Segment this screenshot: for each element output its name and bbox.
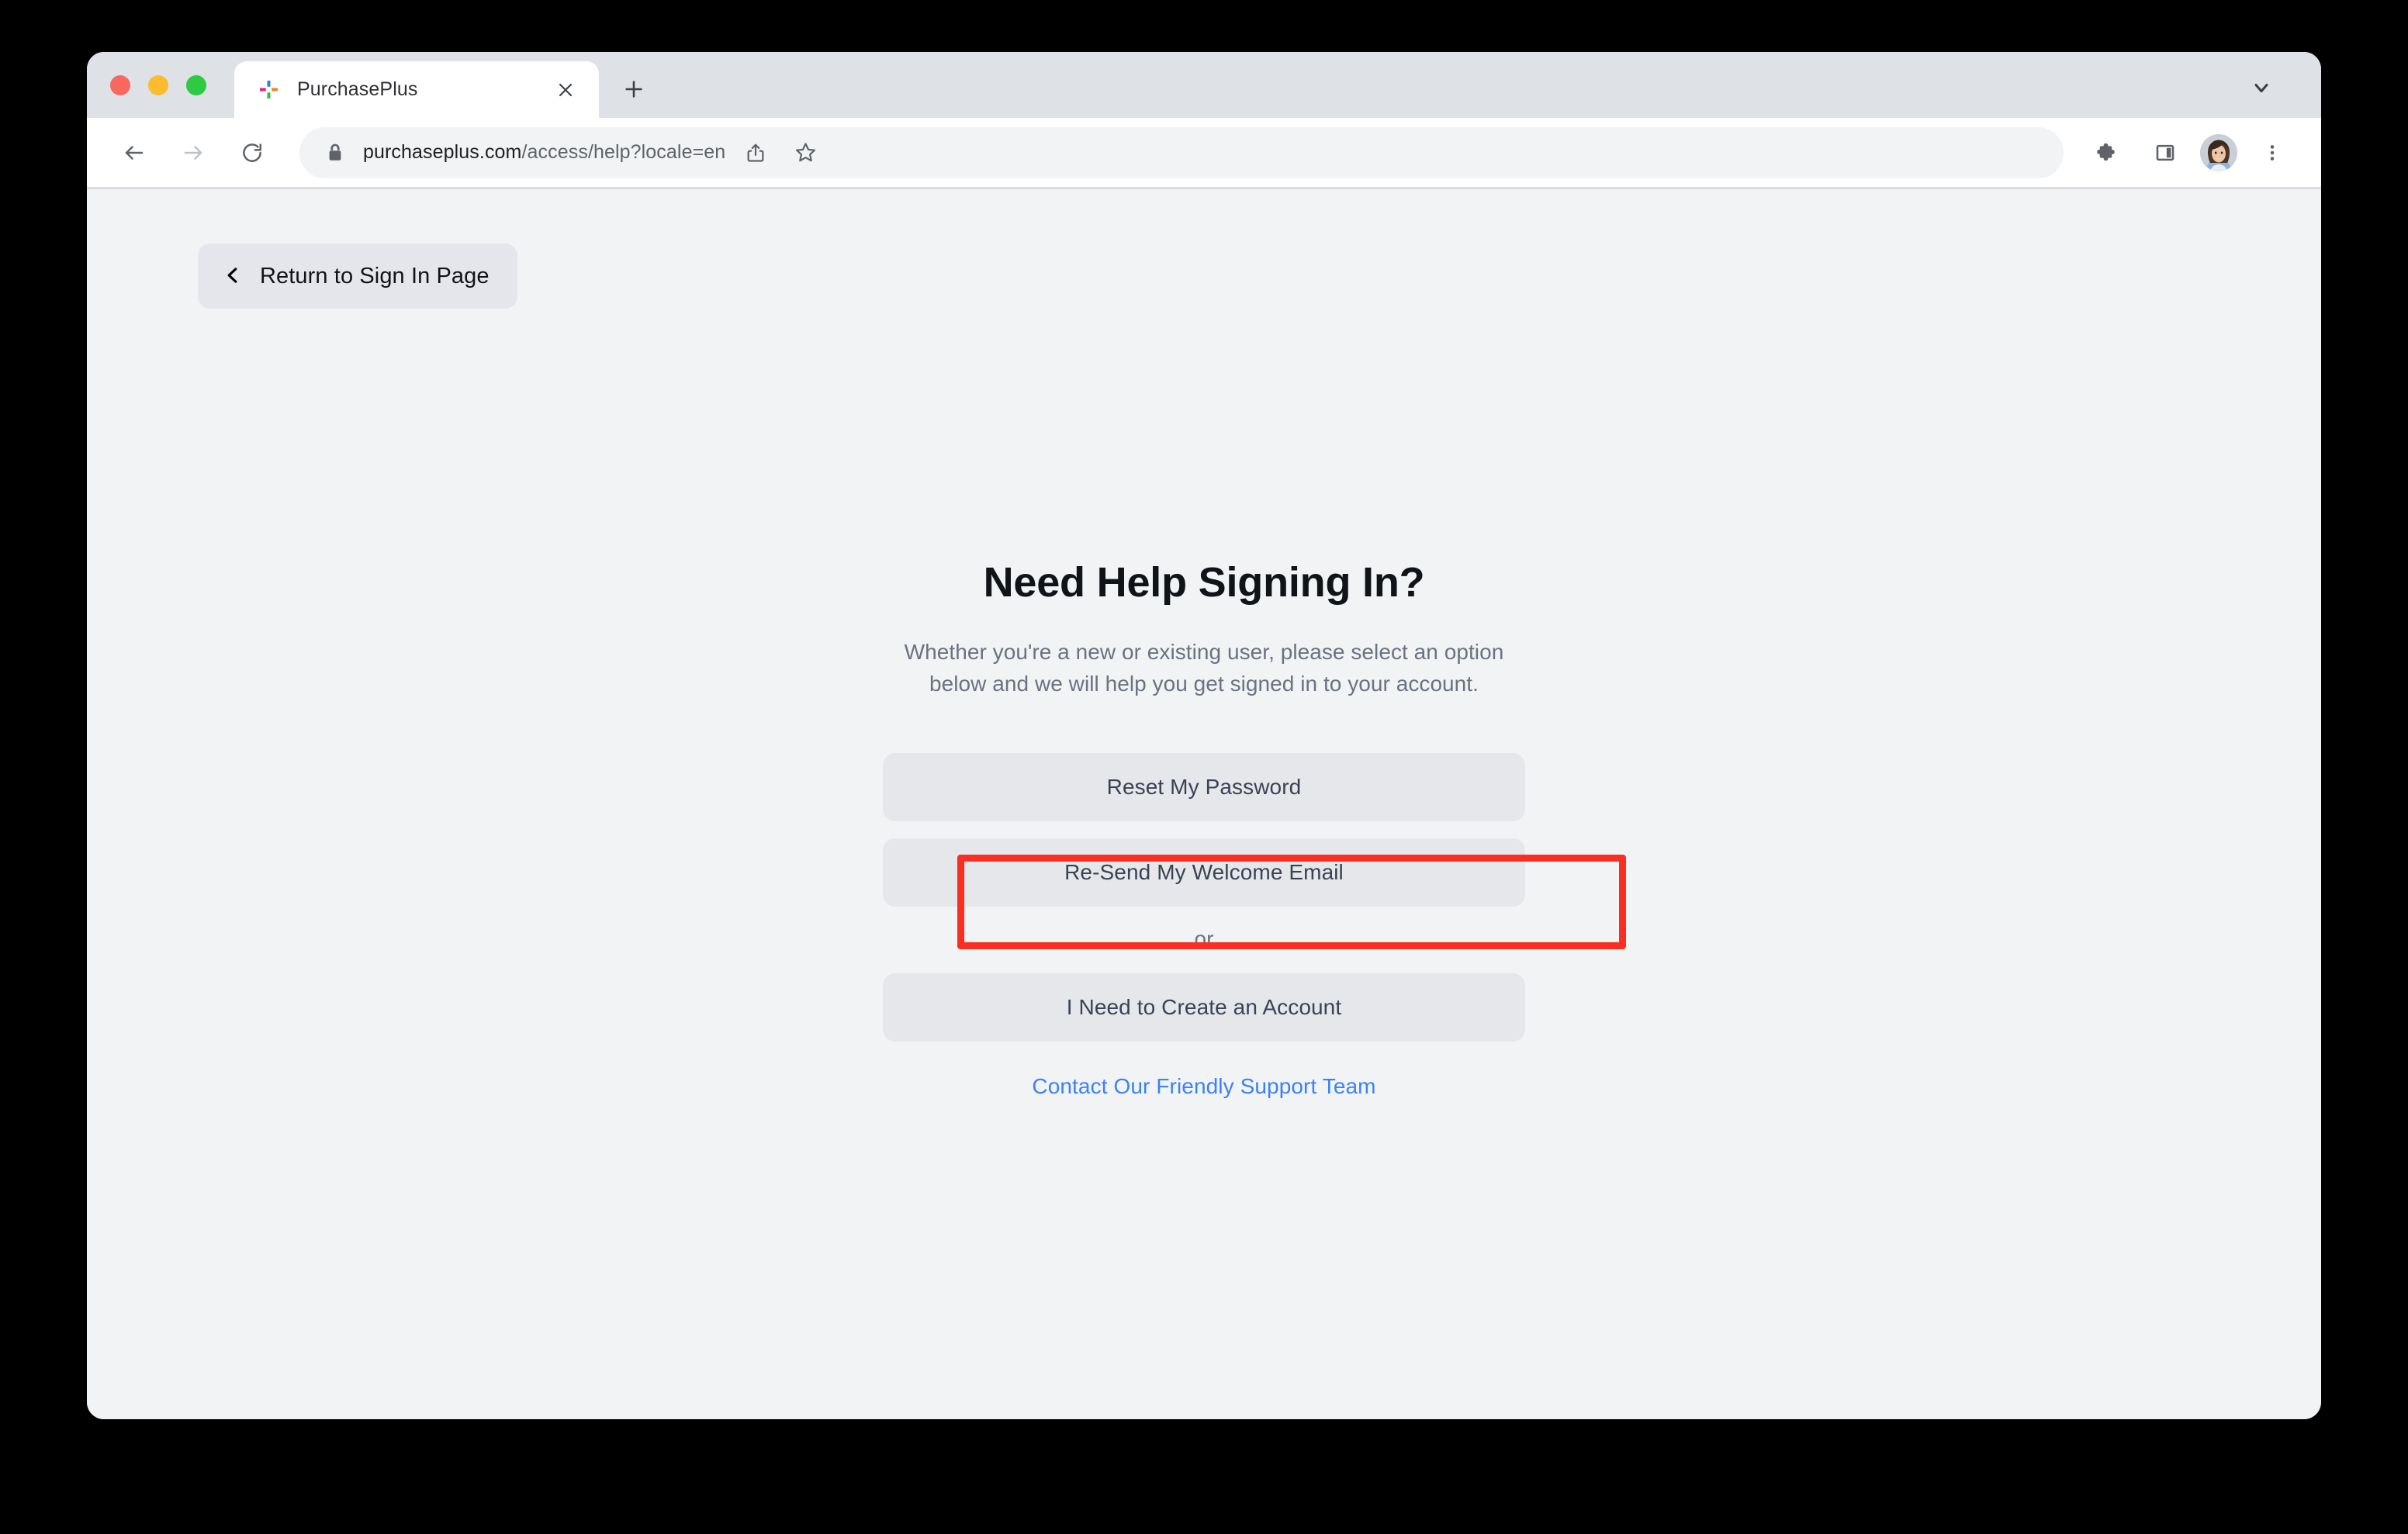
side-panel-icon[interactable] bbox=[2143, 130, 2188, 175]
close-tab-button[interactable] bbox=[552, 77, 579, 103]
new-tab-button[interactable] bbox=[612, 67, 656, 111]
browser-window: PurchasePlus purchaseplus.com/access/hel… bbox=[87, 52, 2321, 1419]
help-panel: Need Help Signing In? Whether you're a n… bbox=[882, 559, 1526, 1099]
return-to-sign-in-label: Return to Sign In Page bbox=[260, 263, 490, 288]
bookmark-star-icon[interactable] bbox=[783, 130, 828, 175]
maximize-window-button[interactable] bbox=[186, 74, 206, 95]
url-text: purchaseplus.com/access/help?locale=en bbox=[363, 141, 725, 164]
share-icon[interactable] bbox=[733, 130, 778, 175]
tab-title: PurchasePlus bbox=[297, 78, 418, 100]
tab-strip: PurchasePlus bbox=[87, 52, 2321, 118]
or-divider-text: or bbox=[1194, 926, 1214, 951]
purchaseplus-favicon-icon bbox=[256, 77, 282, 102]
back-button[interactable] bbox=[110, 129, 158, 177]
reset-my-password-button[interactable]: Reset My Password bbox=[883, 752, 1525, 821]
toolbar-right-actions bbox=[2085, 130, 2295, 175]
url-domain: purchaseplus.com bbox=[363, 141, 522, 163]
browser-tab[interactable]: PurchasePlus bbox=[234, 61, 599, 118]
create-account-button[interactable]: I Need to Create an Account bbox=[883, 973, 1525, 1042]
page-title: Need Help Signing In? bbox=[983, 559, 1425, 606]
resend-welcome-email-button[interactable]: Re-Send My Welcome Email bbox=[883, 838, 1525, 907]
extensions-puzzle-icon[interactable] bbox=[2085, 130, 2130, 175]
browser-toolbar: purchaseplus.com/access/help?locale=en bbox=[87, 118, 2321, 189]
page-viewport: Return to Sign In Page Need Help Signing… bbox=[87, 189, 2321, 1419]
close-window-button[interactable] bbox=[110, 74, 130, 95]
window-controls bbox=[110, 52, 206, 118]
action-stack: Reset My Password Re-Send My Welcome Ema… bbox=[883, 752, 1525, 1099]
minimize-window-button[interactable] bbox=[148, 74, 168, 95]
tab-search-chevron-down-icon[interactable] bbox=[2242, 68, 2281, 107]
chevron-left-icon bbox=[223, 263, 243, 290]
contact-support-link[interactable]: Contact Our Friendly Support Team bbox=[1032, 1074, 1375, 1099]
forward-button[interactable] bbox=[169, 129, 217, 177]
page-subtitle: Whether you're a new or existing user, p… bbox=[904, 640, 1504, 696]
return-to-sign-in-button[interactable]: Return to Sign In Page bbox=[198, 244, 517, 309]
url-path: /access/help?locale=en bbox=[521, 141, 726, 163]
reload-button[interactable] bbox=[228, 129, 276, 177]
profile-avatar[interactable] bbox=[2200, 133, 2237, 171]
three-dot-menu-icon[interactable] bbox=[2250, 130, 2295, 175]
omnibox-actions bbox=[733, 130, 828, 175]
lock-icon bbox=[324, 141, 346, 164]
address-bar[interactable]: purchaseplus.com/access/help?locale=en bbox=[299, 126, 2064, 178]
